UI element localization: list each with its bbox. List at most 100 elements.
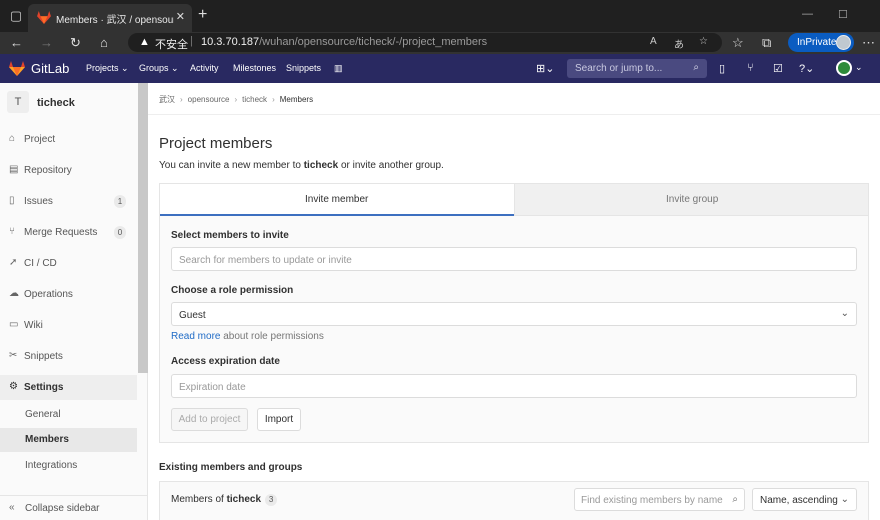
url-text: 10.3.70.187/wuhan/opensource/ticheck/-/p…	[201, 36, 488, 48]
merge-requests-count-badge: 0	[114, 226, 126, 239]
members-list-header: Members of ticheck 3 Find existing member…	[159, 481, 869, 520]
cloud-gear-icon: ☁	[9, 288, 19, 299]
translate-icon[interactable]: あ	[674, 36, 684, 51]
search-icon: ⌕	[693, 62, 699, 73]
import-button[interactable]: Import	[257, 408, 301, 431]
forward-icon[interactable]: →	[40, 35, 53, 51]
sidebar-item-operations[interactable]: ☁ Operations	[0, 284, 137, 306]
issues-count-badge: 1	[114, 195, 126, 208]
sidebar-item-settings[interactable]: ⚙ Settings	[0, 375, 137, 400]
home-icon[interactable]: ⌂	[100, 35, 108, 51]
minimize-icon[interactable]: —	[802, 8, 813, 20]
issues-icon: ▯	[9, 195, 15, 206]
breadcrumb-current[interactable]: Members	[280, 95, 313, 104]
nav-snippets[interactable]: Snippets	[286, 63, 321, 73]
sidebar-item-snippets[interactable]: ✂ Snippets	[0, 346, 137, 368]
nav-activity[interactable]: Activity	[190, 63, 219, 73]
select-members-label: Select members to invite	[171, 230, 289, 241]
browser-navbar: ← → ↻ ⌂ ▲ 不安全 | 10.3.70.187/wuhan/openso…	[0, 32, 880, 54]
members-of-label: Members of ticheck 3	[171, 494, 278, 506]
analytics-icon[interactable]: ▥	[334, 63, 343, 74]
chevron-down-icon: ⌄	[840, 308, 849, 319]
page-description: You can invite a new member to ticheck o…	[159, 160, 444, 171]
gitlab-favicon-icon	[37, 11, 51, 24]
breadcrumb-item[interactable]: 武汉	[159, 95, 175, 104]
favorite-add-icon[interactable]: ☆	[699, 36, 708, 47]
sort-dropdown[interactable]: Name, ascending ⌄	[752, 488, 857, 511]
sidebar-item-repository[interactable]: ▤ Repository	[0, 160, 137, 182]
gitlab-logo-icon[interactable]	[9, 61, 25, 76]
sidebar-item-project[interactable]: ⌂ Project	[0, 129, 137, 151]
chevron-down-icon: ⌄	[840, 494, 849, 505]
insecure-label: 不安全	[155, 39, 188, 51]
favorites-icon[interactable]: ☆	[732, 35, 744, 51]
expiration-date-input[interactable]: Expiration date	[171, 374, 857, 398]
browser-tabbar: ▢ Members · 武汉 / opensource / ti ✕ + — ☐	[0, 0, 880, 32]
role-permission-label: Choose a role permission	[171, 285, 294, 296]
double-chevron-left-icon: «	[9, 502, 15, 513]
merge-requests-icon[interactable]: ⑂	[747, 62, 754, 74]
collections-icon[interactable]: ⧉	[762, 35, 771, 51]
gitlab-brand[interactable]: GitLab	[31, 61, 69, 76]
add-to-project-button[interactable]: Add to project	[171, 408, 248, 431]
rocket-icon: ➚	[9, 257, 18, 268]
read-aloud-icon[interactable]: A	[650, 36, 657, 47]
expiration-date-label: Access expiration date	[171, 356, 280, 367]
browser-tab[interactable]: Members · 武汉 / opensource / ti ✕	[28, 4, 192, 32]
sidebar-subitem-members[interactable]: Members	[0, 428, 137, 452]
existing-members-heading: Existing members and groups	[159, 462, 303, 473]
sidebar-subitem-general[interactable]: General	[0, 403, 137, 427]
refresh-icon[interactable]: ↻	[70, 35, 81, 51]
read-more-link[interactable]: Read more	[171, 331, 220, 342]
inprivate-button[interactable]: InPrivate	[788, 33, 854, 52]
collapse-sidebar-button[interactable]: « Collapse sidebar	[0, 495, 147, 520]
sidebar-scrollbar[interactable]	[138, 83, 148, 373]
sidebar-item-merge-requests[interactable]: ⑂ Merge Requests 0	[0, 222, 137, 244]
role-help-text: Read more about role permissions	[171, 331, 324, 342]
chevron-down-icon[interactable]: ⌄	[855, 62, 863, 73]
project-sidebar: T ticheck ⌂ Project ▤ Repository ▯ Issue…	[0, 83, 148, 520]
tab-actions-icon[interactable]: ▢	[8, 8, 24, 24]
close-tab-icon[interactable]: ✕	[176, 10, 185, 23]
nav-milestones[interactable]: Milestones	[233, 63, 276, 73]
profile-avatar	[836, 35, 851, 50]
sidebar-subitem-integrations[interactable]: Integrations	[0, 454, 137, 478]
sidebar-item-wiki[interactable]: ▭ Wiki	[0, 315, 137, 337]
tab-title: Members · 武汉 / opensource / ti	[56, 15, 174, 26]
nav-groups[interactable]: Groups ⌄	[139, 63, 179, 74]
breadcrumb-item[interactable]: ticheck	[242, 95, 267, 104]
user-avatar[interactable]	[836, 60, 852, 76]
address-bar[interactable]: ▲ 不安全 | 10.3.70.187/wuhan/opensource/tic…	[128, 33, 722, 52]
settings-icon: ⚙	[9, 381, 18, 392]
new-item-icon[interactable]: ⊞⌄	[536, 62, 554, 75]
sidebar-item-issues[interactable]: ▯ Issues 1	[0, 191, 137, 213]
project-name[interactable]: ticheck	[37, 97, 75, 109]
repository-icon: ▤	[9, 164, 19, 175]
breadcrumb: 武汉 › opensource › ticheck › Members	[159, 95, 314, 104]
role-select[interactable]: Guest ⌄	[171, 302, 857, 326]
nav-projects[interactable]: Projects ⌄	[86, 63, 129, 74]
new-tab-icon[interactable]: +	[198, 6, 207, 24]
member-search-input[interactable]: Search for members to update or invite	[171, 247, 857, 271]
issues-todo-icon[interactable]: ▯	[719, 62, 725, 75]
warning-icon: ▲	[139, 36, 150, 48]
gitlab-header: GitLab Projects ⌄ Groups ⌄ Activity Mile…	[0, 54, 880, 83]
maximize-icon[interactable]: ☐	[838, 8, 848, 21]
page-title: Project members	[159, 135, 273, 152]
tab-invite-group[interactable]: Invite group	[514, 184, 868, 216]
search-icon: ⌕	[732, 494, 738, 505]
find-members-input[interactable]: Find existing members by name ⌕	[574, 488, 745, 511]
merge-request-icon: ⑂	[9, 226, 15, 237]
tab-invite-member[interactable]: Invite member	[160, 184, 514, 216]
back-icon[interactable]: ←	[10, 35, 23, 51]
global-search-input[interactable]: Search or jump to... ⌕	[567, 59, 707, 78]
help-icon[interactable]: ?⌄	[799, 62, 814, 75]
breadcrumb-item[interactable]: opensource	[188, 95, 230, 104]
home-icon: ⌂	[9, 133, 16, 144]
todos-icon[interactable]: ☑	[773, 62, 783, 75]
project-avatar[interactable]: T	[7, 91, 29, 113]
more-icon[interactable]: ⋯	[862, 35, 875, 51]
members-count-badge: 3	[265, 494, 278, 506]
sidebar-item-ci-cd[interactable]: ➚ CI / CD	[0, 253, 137, 275]
snippet-icon: ✂	[9, 350, 18, 361]
